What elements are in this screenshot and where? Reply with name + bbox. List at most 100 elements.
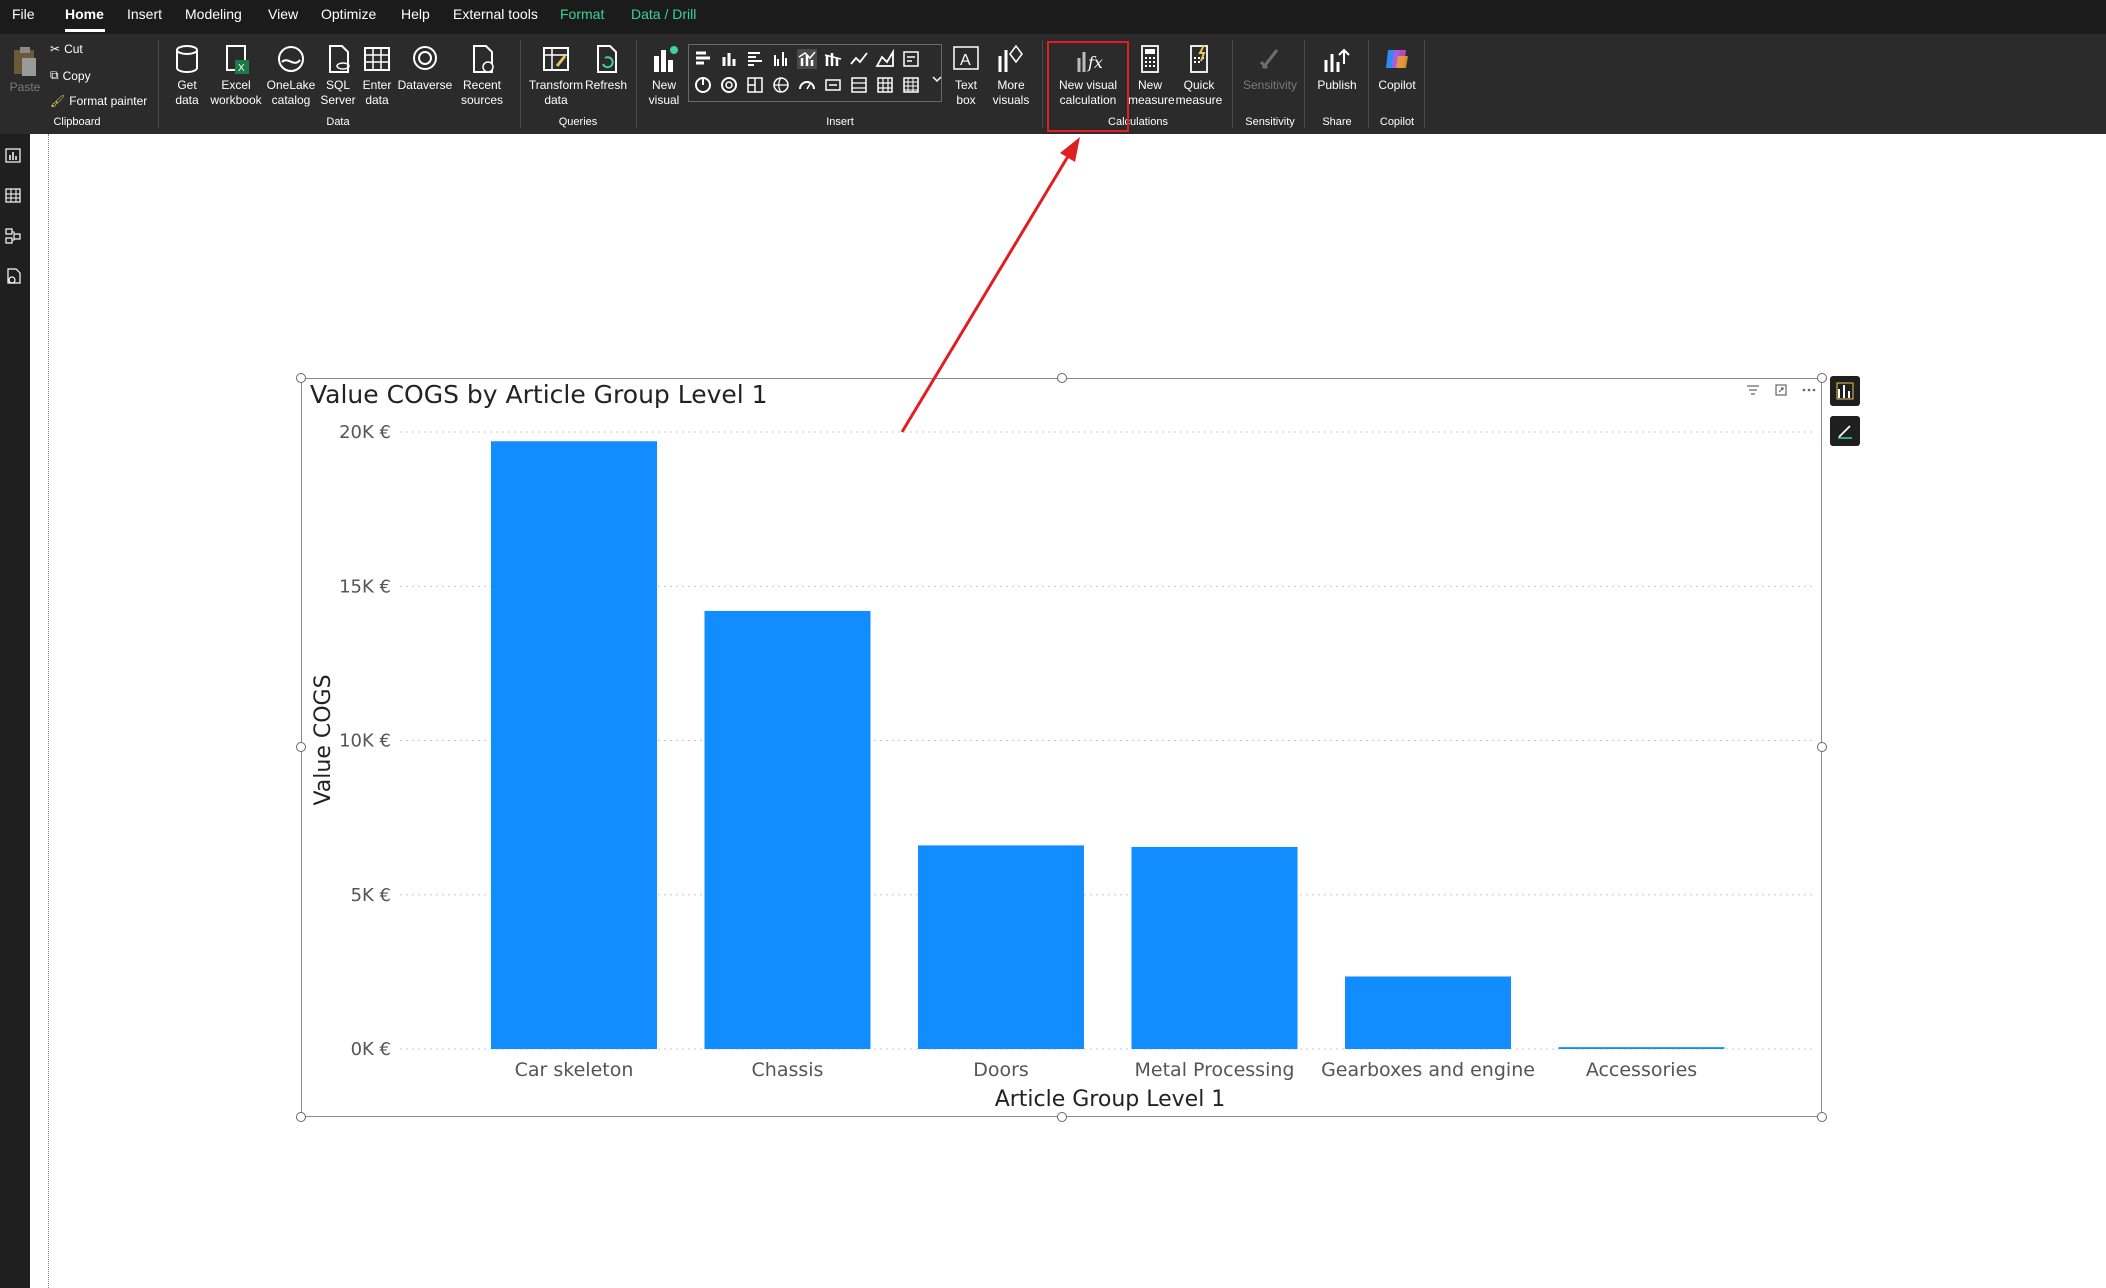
resize-handle[interactable] [296, 1112, 306, 1122]
new-visual-label: New visual [648, 78, 680, 107]
paste-button[interactable]: Paste [8, 44, 42, 95]
resize-handle[interactable] [1057, 1112, 1067, 1122]
resize-handle[interactable] [1817, 742, 1827, 752]
visualizations-gallery [688, 44, 942, 102]
table-view-icon[interactable] [4, 186, 24, 206]
menu-file[interactable]: File [12, 6, 35, 22]
menu-modeling[interactable]: Modeling [185, 6, 242, 22]
pie-chart-icon[interactable] [693, 75, 713, 95]
svg-text:A: A [960, 52, 971, 69]
format-painter-label: Format painter [69, 94, 148, 108]
data-group-label: Data [326, 116, 350, 128]
sql-server-label: SQL Server [320, 78, 356, 107]
annotation-arrowhead [1060, 137, 1080, 162]
resize-handle[interactable] [1817, 373, 1827, 383]
paste-icon [14, 47, 36, 76]
insert-group-label: Insert [826, 116, 854, 128]
text-box-icon: A [953, 46, 979, 70]
menu-optimize[interactable]: Optimize [321, 6, 376, 22]
build-visual-button[interactable] [1830, 376, 1860, 406]
treemap-icon[interactable] [745, 75, 765, 95]
transform-data-icon [543, 47, 569, 71]
dataverse-icon [413, 46, 437, 70]
menu-help[interactable]: Help [401, 6, 430, 22]
copilot-label: Copilot [1378, 78, 1416, 92]
line-column-chart-icon[interactable] [797, 49, 817, 69]
copilot-group-label: Copilot [1379, 116, 1415, 128]
active-tab-indicator [65, 29, 105, 32]
focus-mode-icon[interactable] [1773, 382, 1789, 398]
excel-workbook-label: Excel workbook [210, 78, 262, 107]
menu-insert[interactable]: Insert [127, 6, 162, 22]
card-icon[interactable] [823, 75, 843, 95]
resize-handle[interactable] [296, 742, 306, 752]
resize-handle[interactable] [1057, 373, 1067, 383]
transform-data-button[interactable]: Transform data [528, 42, 584, 108]
gallery-expand-icon[interactable] [930, 74, 944, 84]
menu-view[interactable]: View [268, 6, 298, 22]
menu-format[interactable]: Format [560, 6, 604, 22]
bar-chart-visual[interactable] [301, 378, 1822, 1117]
quick-measure-icon [1190, 44, 1208, 73]
format-painter-button[interactable]: 🖌 Format painter [50, 94, 147, 108]
more-visuals-label: More visuals [992, 78, 1030, 107]
menu-external-tools[interactable]: External tools [453, 6, 538, 22]
ribbon-chart-icon[interactable] [823, 49, 843, 69]
resize-handle[interactable] [1817, 1112, 1827, 1122]
report-view-icon[interactable] [4, 146, 24, 166]
copilot-button[interactable]: Copilot [1374, 42, 1420, 93]
stacked-column-chart-icon[interactable] [719, 49, 739, 69]
gauge-icon[interactable] [797, 75, 817, 95]
matrix-icon[interactable] [901, 75, 921, 95]
ribbon-divider [1232, 40, 1233, 128]
refresh-button[interactable]: Refresh [584, 42, 628, 93]
text-box-button[interactable]: A Text box [948, 42, 984, 108]
dataverse-button[interactable]: Dataverse [396, 42, 454, 93]
new-measure-button[interactable]: New measure [1128, 42, 1175, 108]
multi-row-card-icon[interactable] [849, 75, 869, 95]
more-options-icon[interactable] [1801, 382, 1817, 398]
menu-bar: File Home Insert Modeling View Optimize … [0, 0, 2106, 34]
sensitivity-group-label: Sensitivity [1245, 116, 1295, 128]
quick-measure-label: Quick measure [1175, 78, 1223, 107]
copy-label: Copy [62, 68, 91, 83]
line-chart-icon[interactable] [849, 49, 869, 69]
more-visuals-button[interactable]: More visuals [984, 42, 1038, 108]
table-visual-icon[interactable] [875, 75, 895, 95]
model-view-icon[interactable] [4, 226, 24, 246]
excel-workbook-button[interactable]: X Excel workbook [208, 42, 264, 108]
cut-label: Cut [64, 42, 83, 56]
menu-data-drill[interactable]: Data / Drill [631, 6, 696, 22]
publish-button[interactable]: Publish [1312, 42, 1362, 93]
map-icon[interactable] [771, 75, 791, 95]
ribbon-divider [158, 40, 159, 128]
quick-measure-button[interactable]: Quick measure [1174, 42, 1224, 108]
stacked-bar-chart-icon[interactable] [693, 49, 713, 69]
sql-server-button[interactable]: SQL Server [318, 42, 358, 108]
recent-sources-button[interactable]: Recent sources [454, 42, 510, 108]
clustered-bar-chart-icon[interactable] [745, 49, 765, 69]
new-visual-icon [654, 46, 678, 72]
text-box-label: Text box [954, 78, 977, 107]
paste-label: Paste [9, 80, 41, 94]
resize-handle[interactable] [296, 373, 306, 383]
new-visual-button[interactable]: New visual [642, 42, 686, 108]
menu-home[interactable]: Home [65, 6, 104, 22]
waterfall-chart-icon[interactable] [901, 49, 921, 69]
filter-icon[interactable] [1745, 382, 1761, 398]
enter-data-button[interactable]: Enter data [358, 42, 396, 108]
cut-button[interactable]: ✂ Cut [50, 42, 83, 56]
sensitivity-button[interactable]: Sensitivity [1240, 42, 1300, 93]
onelake-icon [278, 46, 304, 72]
brush-icon: 🖌 [50, 94, 66, 108]
area-chart-icon[interactable] [875, 49, 895, 69]
dax-query-view-icon[interactable] [4, 266, 24, 286]
get-data-button[interactable]: Get data [166, 42, 208, 108]
format-visual-button[interactable] [1830, 416, 1860, 446]
scissors-icon: ✂ [50, 42, 61, 56]
donut-chart-icon[interactable] [719, 75, 739, 95]
ribbon-divider [1424, 40, 1425, 128]
onelake-catalog-button[interactable]: OneLake catalog [264, 42, 318, 108]
clustered-column-chart-icon[interactable] [771, 49, 791, 69]
copy-button[interactable]: ⧉ Copy [50, 68, 91, 83]
